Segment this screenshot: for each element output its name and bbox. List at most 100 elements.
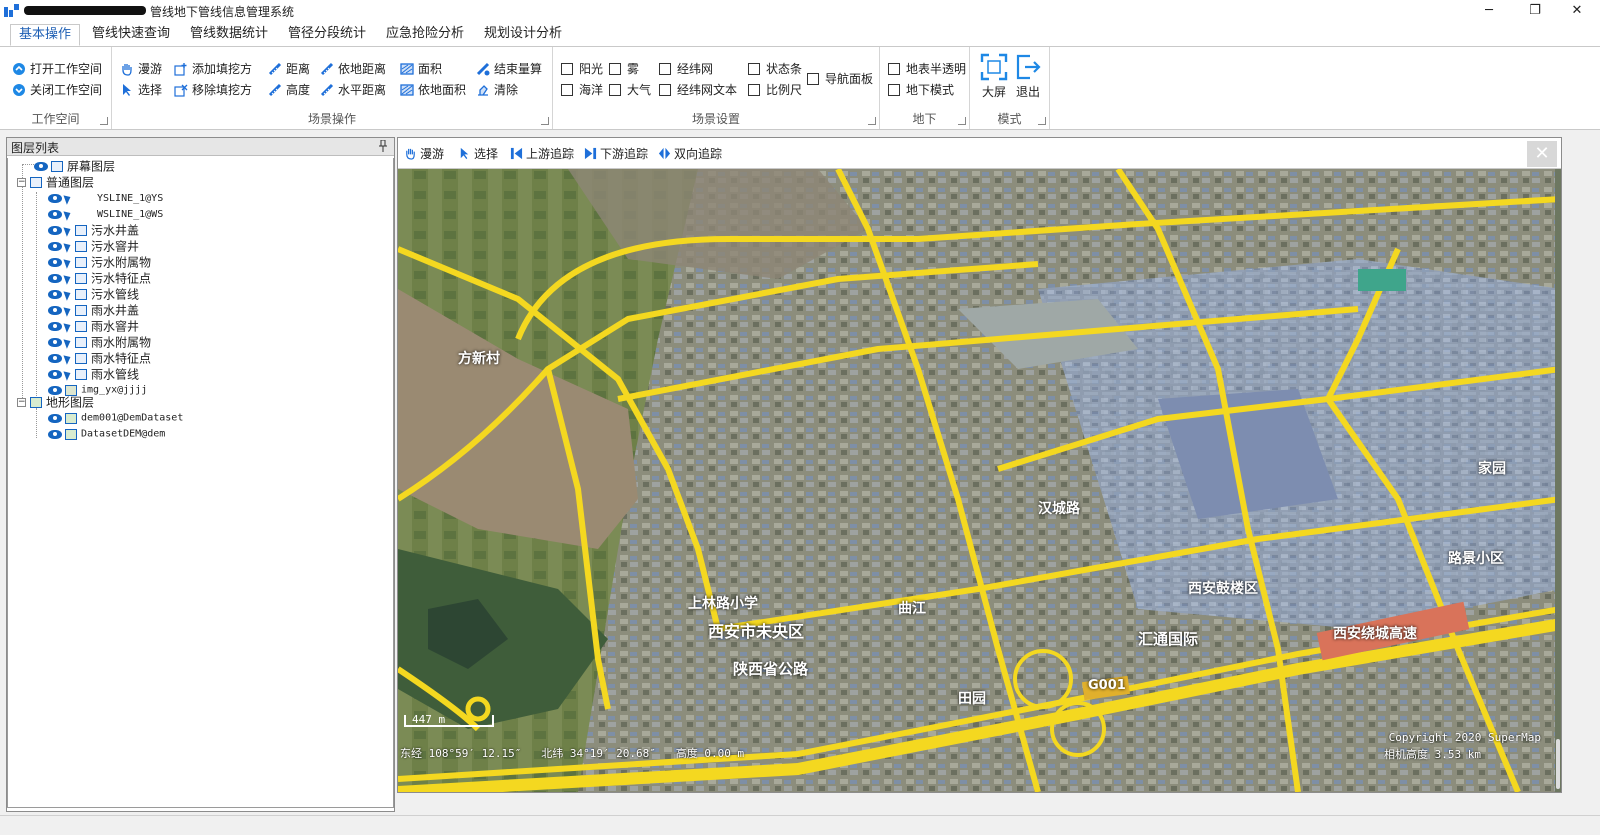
pin-icon[interactable] [378, 140, 388, 152]
tree-layer-item[interactable]: 雨水井盖 [48, 302, 139, 318]
cursor-icon[interactable] [63, 288, 73, 301]
tab-data-stats[interactable]: 管线数据统计 [182, 24, 276, 46]
group-scene-settings: 阳光 海洋 雾 大气 经纬网 经纬网文本 状态条 比例尺 导航面板 场景设置 [553, 47, 880, 129]
remove-cutfill-button[interactable]: 移除填挖方 [174, 80, 252, 100]
cursor-icon[interactable] [63, 240, 73, 253]
tree-layer-item[interactable]: 雨水管线 [48, 366, 139, 382]
tree-layer-ysline[interactable]: YSLINE_1@YS [48, 190, 163, 206]
horizontal-distance-button[interactable]: 水平距离 [320, 80, 386, 100]
tree-layer-item[interactable]: 雨水窨井 [48, 318, 139, 334]
nav-panel-checkbox[interactable]: 导航面板 [807, 69, 873, 89]
end-measure-button[interactable]: 结束量算 [476, 59, 542, 79]
eye-icon[interactable] [48, 430, 62, 439]
eye-icon[interactable] [48, 306, 62, 315]
cursor-icon[interactable] [63, 224, 73, 237]
eye-icon[interactable] [48, 274, 62, 283]
graticule-checkbox[interactable]: 经纬网 [659, 59, 713, 79]
eye-icon[interactable] [48, 354, 62, 363]
tree-layer-item[interactable]: 雨水附属物 [48, 334, 151, 350]
eye-icon[interactable] [48, 290, 62, 299]
eye-icon[interactable] [48, 242, 62, 251]
tab-quick-query[interactable]: 管线快速查询 [84, 24, 178, 46]
eye-icon[interactable] [48, 226, 62, 235]
scene-settings-launcher[interactable] [868, 117, 876, 125]
restore-button[interactable]: ❐ [1512, 0, 1558, 22]
eye-icon[interactable] [48, 414, 62, 423]
tree-layer-wsline[interactable]: WSLINE_1@WS [48, 206, 163, 222]
workspace-launcher[interactable] [100, 117, 108, 125]
cursor-icon[interactable] [63, 304, 73, 317]
tab-planning[interactable]: 规划设计分析 [476, 24, 570, 46]
mode-launcher[interactable] [1038, 117, 1046, 125]
eye-icon[interactable] [48, 322, 62, 331]
close-button[interactable]: ✕ [1554, 0, 1600, 22]
pan-button[interactable]: 漫游 [120, 59, 162, 79]
scene-ops-launcher[interactable] [541, 117, 549, 125]
ground-area-button[interactable]: 依地面积 [400, 80, 466, 100]
close-workspace-button[interactable]: 关闭工作空间 [12, 80, 102, 100]
add-cutfill-button[interactable]: 添加填挖方 [174, 59, 252, 79]
collapse-normal-layers[interactable]: − [17, 178, 26, 187]
group-mode: 大屏 退出 模式 [970, 47, 1050, 129]
bidirectional-trace-button[interactable]: 双向追踪 [658, 145, 722, 163]
tree-layer-item[interactable]: 污水特征点 [48, 270, 151, 286]
sunlight-checkbox[interactable]: 阳光 [561, 59, 603, 79]
close-map-overlay-button[interactable]: ✕ [1527, 141, 1557, 167]
tree-layer-item[interactable]: 污水井盖 [48, 222, 139, 238]
distance-button[interactable]: 距离 [268, 59, 310, 79]
tree-terrain-layers[interactable]: 地形图层 [30, 394, 94, 410]
end-measure-label: 结束量算 [494, 62, 543, 76]
cursor-icon[interactable] [63, 208, 73, 221]
cursor-icon[interactable] [63, 336, 73, 349]
tree-normal-layers[interactable]: 普通图层 [30, 174, 94, 190]
height-button[interactable]: 高度 [268, 80, 310, 100]
tree-layer-item[interactable]: 雨水特征点 [48, 350, 151, 366]
map-pan-button[interactable]: 漫游 [404, 145, 444, 163]
select-button[interactable]: 选择 [120, 80, 162, 100]
tab-basic-ops[interactable]: 基本操作 [10, 24, 81, 46]
tree-layer-dem[interactable]: dem001@DemDataset [48, 410, 183, 426]
scale-checkbox[interactable]: 比例尺 [748, 80, 802, 100]
tab-emergency[interactable]: 应急抢险分析 [378, 24, 472, 46]
tree-layer-dem[interactable]: DatasetDEM@dem [48, 426, 165, 442]
collapse-terrain-layers[interactable]: − [17, 398, 26, 407]
cursor-icon[interactable] [63, 368, 73, 381]
map-select-button[interactable]: 选择 [458, 145, 498, 163]
downstream-trace-button[interactable]: 下游追踪 [584, 145, 648, 163]
eye-icon[interactable] [48, 258, 62, 267]
eye-icon[interactable] [48, 370, 62, 379]
cursor-icon[interactable] [63, 192, 73, 205]
scrollbar-thumb[interactable] [1556, 739, 1560, 789]
exit-button[interactable]: 退出 [1012, 53, 1044, 100]
clear-button[interactable]: 清除 [476, 80, 518, 100]
tree-layer-item[interactable]: 污水窨井 [48, 238, 139, 254]
tree-layer-item[interactable]: 污水附属物 [48, 254, 151, 270]
map-scrollbar[interactable] [1555, 169, 1561, 792]
transparent-surface-checkbox[interactable]: 地表半透明 [888, 59, 966, 79]
minimize-button[interactable]: ─ [1466, 0, 1512, 22]
underground-mode-checkbox[interactable]: 地下模式 [888, 80, 954, 100]
tab-diameter-stats[interactable]: 管径分段统计 [280, 24, 374, 46]
atmosphere-checkbox[interactable]: 大气 [609, 80, 651, 100]
statusbar-checkbox[interactable]: 状态条 [748, 59, 802, 79]
tree-screen-layers[interactable]: 屏幕图层 [34, 158, 115, 174]
cursor-icon[interactable] [63, 320, 73, 333]
upstream-trace-button[interactable]: 上游追踪 [510, 145, 574, 163]
cursor-icon[interactable] [63, 256, 73, 269]
map-view[interactable]: 漫游 选择 上游追踪 下游追踪 双向追踪 ✕ 西安市未央区 上林路小学 陕西省公… [397, 137, 1562, 793]
ground-distance-button[interactable]: 依地距离 [320, 59, 386, 79]
eye-icon[interactable] [48, 194, 62, 203]
tree-layer-item[interactable]: 污水管线 [48, 286, 139, 302]
area-button[interactable]: 面积 [400, 59, 442, 79]
underground-launcher[interactable] [958, 117, 966, 125]
cursor-icon[interactable] [63, 352, 73, 365]
graticule-text-checkbox[interactable]: 经纬网文本 [659, 80, 737, 100]
eye-icon[interactable] [48, 210, 62, 219]
fog-checkbox[interactable]: 雾 [609, 59, 639, 79]
eye-icon[interactable] [48, 338, 62, 347]
cursor-icon[interactable] [63, 272, 73, 285]
fullscreen-button[interactable]: 大屏 [978, 53, 1010, 100]
open-workspace-button[interactable]: 打开工作空间 [12, 59, 102, 79]
ocean-checkbox[interactable]: 海洋 [561, 80, 603, 100]
eye-icon[interactable] [34, 162, 48, 171]
